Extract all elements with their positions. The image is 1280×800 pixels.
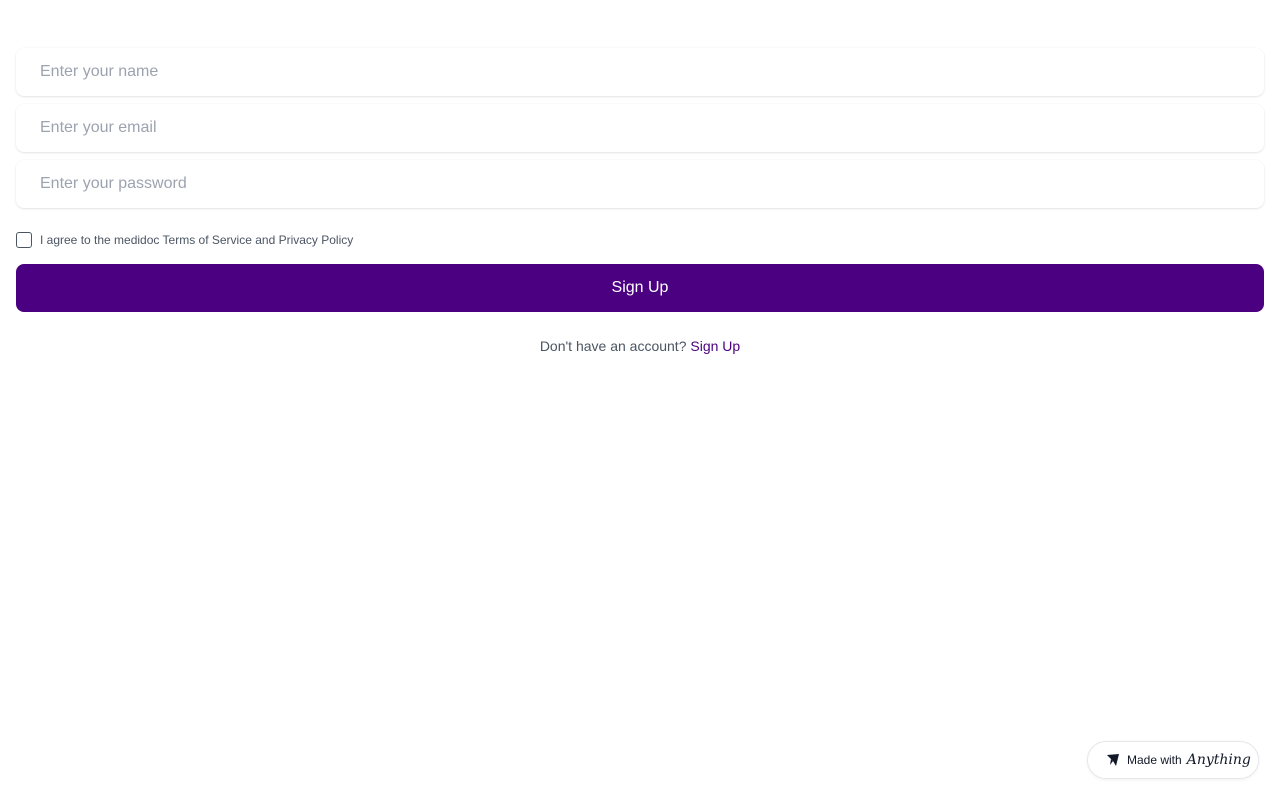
sign-up-link[interactable]: Sign Up	[690, 338, 740, 354]
made-with-anything-badge[interactable]: Made with Anything	[1087, 741, 1259, 779]
terms-checkbox[interactable]	[16, 232, 32, 248]
brand-wordmark: Anything	[1186, 752, 1251, 768]
password-input[interactable]	[16, 160, 1264, 208]
made-with-text: Made with	[1127, 753, 1182, 767]
account-prompt-row: Don't have an account? Sign Up	[16, 338, 1264, 354]
email-input[interactable]	[16, 104, 1264, 152]
signup-form: I agree to the medidoc Terms of Service …	[16, 48, 1264, 354]
sign-up-button[interactable]: Sign Up	[16, 264, 1264, 312]
terms-agreement-label: I agree to the medidoc Terms of Service …	[40, 233, 354, 247]
name-input[interactable]	[16, 48, 1264, 96]
anything-logo-icon	[1105, 752, 1121, 768]
account-prompt-text: Don't have an account?	[539, 338, 687, 354]
terms-agreement-row: I agree to the medidoc Terms of Service …	[16, 224, 1264, 256]
